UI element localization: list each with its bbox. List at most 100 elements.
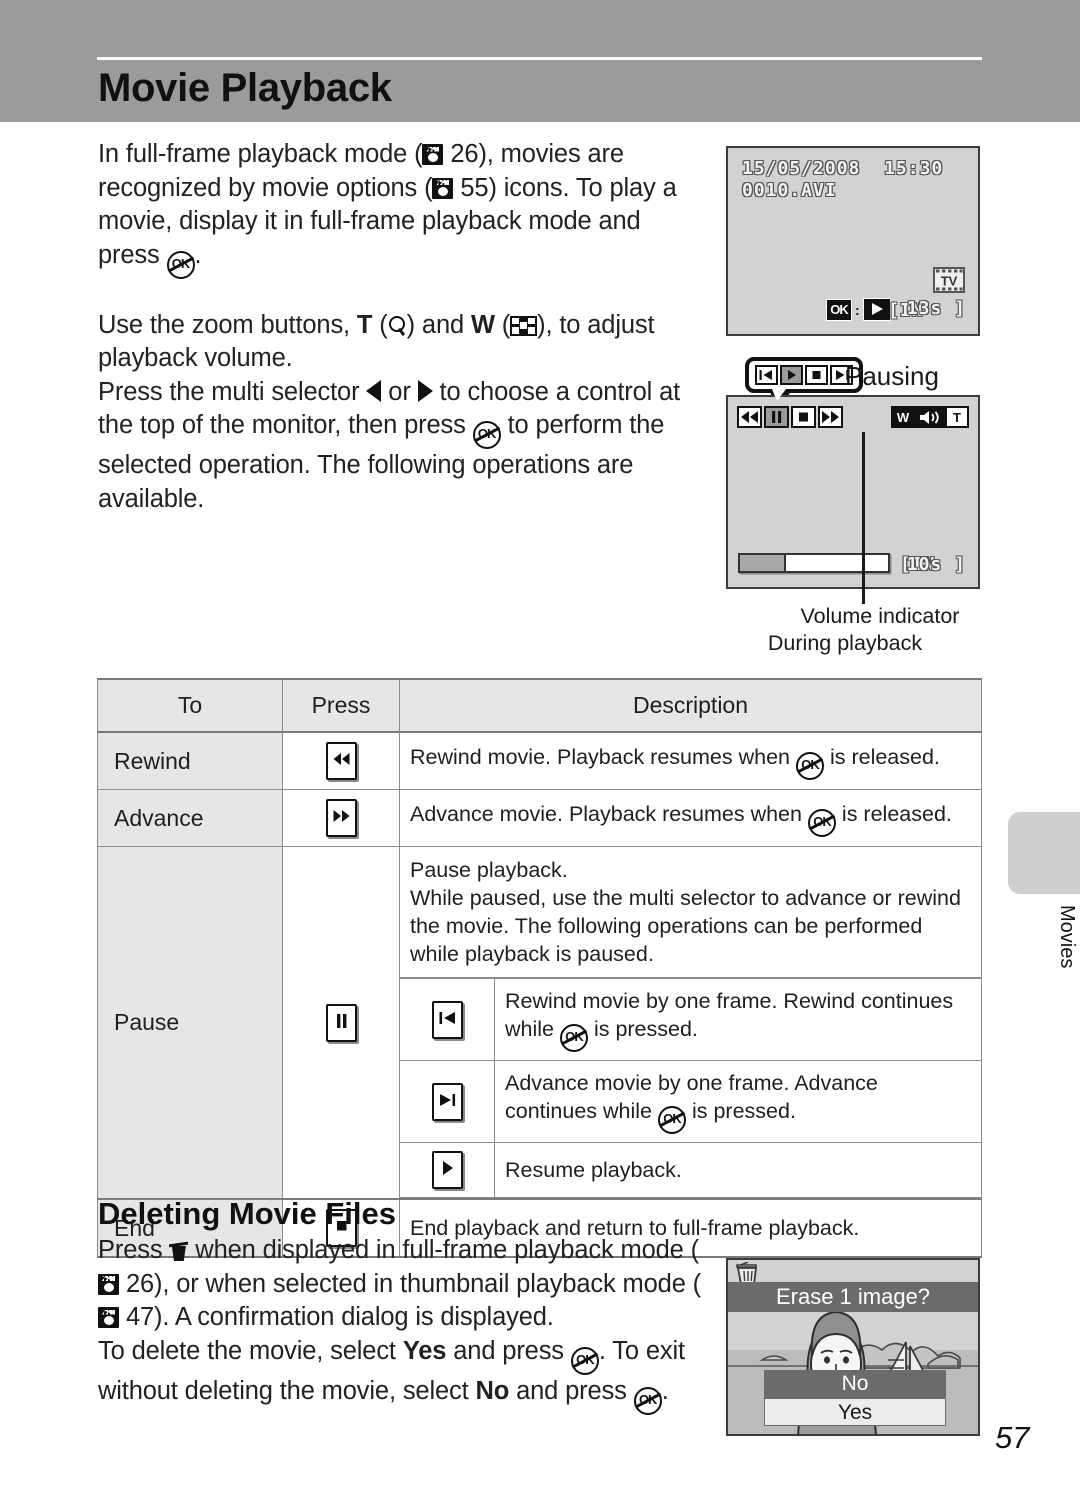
- advance-one-frame-icon: [431, 1082, 463, 1121]
- caption-volume-indicator: Volume indicator: [800, 604, 960, 628]
- page-number: 57: [995, 1420, 1030, 1455]
- monitor1-duration: 13s ]: [906, 298, 966, 319]
- sub-desc-resume: Resume playback.: [494, 1142, 982, 1198]
- ok-button-icon: OK: [807, 808, 836, 837]
- section-tab-label: Movies: [1056, 905, 1078, 969]
- intro-paragraph-2: Use the zoom buttons, T () and W (), to …: [98, 309, 708, 376]
- volume-indicator: W T: [891, 406, 969, 428]
- row-desc-advance: Advance movie. Playback resumes when OK …: [399, 789, 982, 847]
- table-row-pause: Pause Pause playback. While paused, use …: [97, 846, 982, 1200]
- sub-row: Rewind movie by one frame. Rewind contin…: [400, 978, 982, 1061]
- rewind-desc-b: is released.: [823, 744, 940, 769]
- monitor1-filename: 0010.AVI: [742, 180, 837, 201]
- ok-tag: OK: [826, 298, 852, 321]
- sub-icon-advance-one-frame: [400, 1060, 495, 1143]
- intro-text-column: In full-frame playback mode ( 26), movie…: [98, 138, 708, 516]
- intro-p2-d: (: [494, 310, 511, 339]
- ok-button-icon: OK: [570, 1346, 599, 1375]
- rewind-icon: [737, 406, 762, 428]
- playback-progress-bar: [738, 553, 890, 573]
- reference-book-icon: [98, 1307, 119, 1328]
- deleting-paragraph-2: To delete the movie, select Yes and pres…: [98, 1335, 718, 1415]
- intro-p1-d: .: [194, 240, 202, 269]
- movie-options-tv-icon: TV: [932, 266, 966, 294]
- speaker-icon: [915, 406, 945, 428]
- section-title-deleting-movie-files: Deleting Movie Files: [98, 1196, 397, 1231]
- sub-desc-advance-one-frame: Advance movie by one frame. Advance cont…: [494, 1060, 982, 1143]
- rewind-desc-a: Rewind movie. Playback resumes when: [410, 744, 796, 769]
- ok-button-icon: OK: [559, 1024, 588, 1052]
- erase-dialog-options: No Yes: [764, 1370, 946, 1426]
- pause-icon: [325, 1003, 357, 1042]
- pausing-label: Pausing: [845, 361, 939, 391]
- monitor1-time: 15:30: [884, 158, 944, 179]
- sub-icon-rewind-one-frame: [400, 978, 495, 1061]
- erase-option-yes[interactable]: Yes: [764, 1398, 946, 1426]
- caption-during-playback: During playback: [767, 631, 923, 655]
- column-header-description: Description: [399, 678, 982, 733]
- column-header-to: To: [97, 678, 283, 733]
- sub-desc-rewind-one-frame: Rewind movie by one frame. Rewind contin…: [494, 978, 982, 1061]
- reference-book-icon: [422, 144, 444, 165]
- del-p1-d: ). A confirmation dialog is displayed.: [154, 1303, 554, 1331]
- volume-leader-line: [862, 432, 865, 604]
- del-p1-b: when displayed in full-frame playback mo…: [188, 1236, 699, 1264]
- row-icon-pause: [282, 846, 400, 1200]
- intro-p1-a: In full-frame playback mode (: [98, 140, 423, 168]
- row-label-rewind: Rewind: [97, 731, 283, 790]
- intro-p1-ref2: 55: [460, 173, 489, 202]
- row-label-pause: Pause: [97, 846, 283, 1200]
- callout-rewind-frame-icon: [755, 365, 778, 385]
- sub-icon-resume: [400, 1142, 495, 1198]
- sub-rewind-text-b: is pressed.: [587, 1017, 698, 1041]
- monitor1-ok-play-hint: OK :: [826, 298, 891, 321]
- intro-p3-or: or: [381, 377, 418, 406]
- rewind-one-frame-icon: [431, 1000, 463, 1039]
- row-icon-rewind: [282, 731, 400, 790]
- del-p1-a: Press: [98, 1236, 170, 1264]
- erase-option-no[interactable]: No: [764, 1370, 946, 1398]
- intro-p3-a: Press the multi selector: [98, 377, 367, 406]
- monitor-erase-confirmation: Erase 1 image? No Yes: [726, 1258, 980, 1436]
- monitor-during-playback: W T [IN 10s ]: [726, 395, 980, 589]
- playback-control-row: [737, 406, 843, 428]
- hint-colon: :: [855, 301, 860, 318]
- reference-book-icon: [98, 1273, 119, 1295]
- svg-text:TV: TV: [941, 274, 958, 289]
- intro-p2-a: Use the zoom buttons,: [98, 310, 357, 339]
- monitor1-date: 15/05/2008: [742, 158, 861, 179]
- multi-selector-right-icon: [417, 379, 433, 402]
- multi-selector-left-icon: [366, 379, 382, 402]
- del-p2-e: .: [661, 1376, 669, 1405]
- del-p2-b: and press: [446, 1336, 571, 1365]
- pause-icon: [764, 406, 789, 428]
- page-title: Movie Playback: [98, 66, 392, 110]
- row-icon-advance: [282, 789, 400, 847]
- row-desc-rewind: Rewind movie. Playback resumes when OK i…: [399, 731, 982, 790]
- trash-icon: [169, 1239, 188, 1262]
- column-header-press: Press: [282, 678, 400, 733]
- ok-button-icon: OK: [472, 421, 501, 449]
- table-row: Advance Advance movie. Playback resumes …: [97, 789, 982, 847]
- advance-icon: [325, 799, 357, 837]
- section-tab-marker: [1008, 812, 1080, 894]
- row-label-advance: Advance: [97, 789, 283, 847]
- ok-button-icon: OK: [633, 1386, 662, 1415]
- del-p1-ref2: 47: [125, 1303, 155, 1331]
- thumbnail-grid-icon: [510, 315, 538, 336]
- rewind-icon: [325, 742, 357, 780]
- intro-p1-ref1: 26: [450, 140, 479, 168]
- intro-p2-c: ) and: [406, 310, 471, 339]
- header-rule: [97, 57, 982, 60]
- advance-desc-a: Advance movie. Playback resumes when: [410, 801, 808, 826]
- monitor2-duration: 10s ]: [906, 554, 966, 575]
- del-p1-ref1: 26: [125, 1269, 155, 1298]
- ok-button-icon: OK: [795, 751, 824, 780]
- reference-book-icon: [432, 177, 454, 199]
- callout-play-icon: [780, 365, 803, 385]
- del-p1-c: ), or when selected in thumbnail playbac…: [154, 1269, 702, 1298]
- del-yes-label: Yes: [402, 1336, 447, 1365]
- operations-table: To Press Description Rewind Rewind movie…: [97, 678, 982, 1258]
- ok-button-icon: OK: [166, 250, 195, 279]
